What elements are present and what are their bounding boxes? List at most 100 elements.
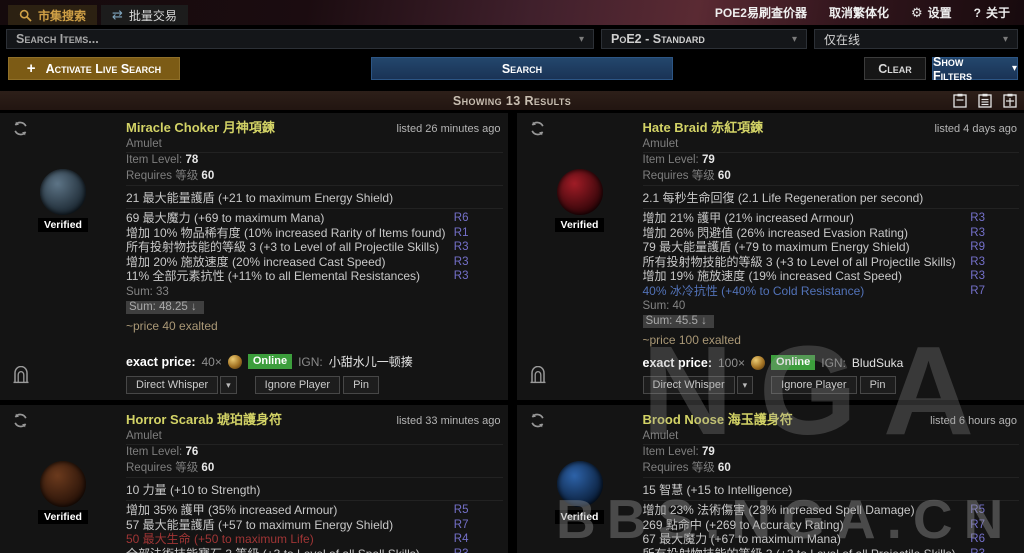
search-icon — [19, 9, 32, 22]
mod-row: 79 最大能量護盾 (+79 to maximum Energy Shield)… — [643, 240, 1020, 255]
chevron-down-icon: ▾ — [1002, 33, 1008, 45]
hideout-icon[interactable] — [529, 365, 547, 389]
plus-icon: + — [26, 60, 36, 77]
amulet-image — [40, 169, 86, 215]
copy-item-icon[interactable] — [953, 93, 967, 108]
mod-text: 所有投射物技能的等級 3 (+3 to Level of all Project… — [126, 240, 440, 254]
copy-list-icon[interactable] — [978, 93, 992, 108]
amulet-image — [40, 461, 86, 507]
app-title: POE2易刷查价器 — [714, 6, 807, 20]
item-base: Amulet — [126, 429, 503, 445]
tab-label: 市集搜索 — [38, 8, 87, 23]
amulet-image — [556, 461, 603, 507]
mod-text: 增加 21% 護甲 (21% increased Armour) — [642, 211, 854, 225]
topbar-right: POE2易刷查价器 取消繁体化 ⚙ 设置 ? 关于 — [715, 4, 1024, 25]
card-content: Hate Braid 赤紅項鍊 listed 4 days ago Amulet… — [642, 117, 1020, 394]
mod-row: 50 最大生命 (+50 to maximum Life) R4 — [126, 532, 503, 547]
direct-whisper-button[interactable]: Direct Whisper — [642, 376, 735, 394]
mod-tier: R3 — [453, 255, 469, 268]
results-toolbar — [953, 93, 1017, 108]
direct-whisper-button[interactable]: Direct Whisper — [126, 376, 219, 394]
amulet-image — [556, 169, 603, 215]
online-badge: Online — [247, 354, 293, 369]
refresh-icon[interactable] — [529, 120, 546, 142]
about-label: 关于 — [985, 6, 1010, 20]
show-filters-label: Show Filters — [933, 54, 972, 83]
tab-label: 批量交易 — [128, 8, 177, 23]
item-name: Hate Braid 赤紅項鍊 — [642, 120, 764, 135]
item-art: Verified — [547, 461, 613, 525]
results-grid: Verified Miracle Choker 月神項鍊 listed 26 m… — [0, 110, 1024, 553]
item-level-value: 78 — [185, 154, 199, 166]
search-input[interactable]: Search Items... ▾ — [6, 29, 594, 49]
weighted-sum-text: Sum: 45.5 — [645, 315, 702, 327]
tab-bulk-trade[interactable]: ⇄ 批量交易 — [101, 5, 188, 25]
card-header: Hate Braid 赤紅項鍊 listed 4 days ago — [643, 117, 1020, 137]
item-base: Amulet — [642, 429, 1019, 445]
weighted-sum: Sum: 48.25 ↓ — [126, 299, 503, 314]
mod-row: 69 最大魔力 (+69 to maximum Mana) R6 — [126, 211, 503, 226]
sum-value: Sum: 33 — [126, 285, 169, 298]
mod-row: 40% 冰冷抗性 (+40% to Cold Resistance) R7 — [643, 284, 1020, 299]
ignore-player-button[interactable]: Ignore Player — [254, 376, 341, 394]
mod-text: 57 最大能量護盾 (+57 to maximum Energy Shield) — [126, 517, 394, 532]
refresh-icon[interactable] — [12, 412, 29, 434]
ign-value: BludSuka — [851, 355, 904, 370]
item-base: Amulet — [642, 137, 1019, 153]
action-row: + Activate Live Search Search Clear Show… — [0, 52, 1024, 87]
mod-tier: R3 — [970, 547, 985, 553]
implicit-mod: 2.1 每秒生命回復 (2.1 Life Regeneration per se… — [642, 186, 1019, 209]
mod-row: 67 最大魔力 (+67 to maximum Mana) R6 — [643, 532, 1020, 547]
search-button[interactable]: Search — [371, 57, 673, 80]
mod-text: 40% 冰冷抗性 (+40% to Cold Resistance) — [642, 283, 865, 298]
ignore-player-button[interactable]: Ignore Player — [771, 376, 857, 394]
tab-market-search[interactable]: 市集搜索 — [8, 5, 98, 25]
clear-button[interactable]: Clear — [864, 57, 926, 80]
weighted-sum-text: Sum: 48.25 — [129, 300, 192, 313]
refresh-icon[interactable] — [529, 412, 546, 434]
approx-price: ~price 100 exalted — [642, 333, 741, 347]
mod-row: 269 點命中 (+269 to Accuracy Rating) R7 — [643, 518, 1020, 533]
mod-tier: R3 — [970, 212, 985, 224]
main-tabs: 市集搜索 ⇄ 批量交易 — [0, 5, 188, 25]
online-filter-value: 仅在线 — [824, 32, 861, 47]
hideout-icon[interactable] — [12, 365, 30, 389]
about-link[interactable]: ? 关于 — [974, 4, 1010, 21]
mod-text: 增加 23% 法術傷害 (23% increased Spell Damage) — [642, 503, 915, 517]
mod-tier: R3 — [453, 270, 469, 282]
approx-price: ~price 40 exalted — [126, 318, 218, 333]
whisper-dropdown-button[interactable]: ▾ — [220, 376, 237, 394]
requires-value: 60 — [717, 462, 731, 474]
verified-badge: Verified — [38, 510, 88, 524]
pin-button[interactable]: Pin — [343, 376, 379, 394]
card-header: Brood Noose 海玉護身符 listed 6 hours ago — [643, 409, 1020, 429]
price-line: exact price: 40× Online IGN: 小甜水儿一顿揍 Dir… — [126, 345, 503, 394]
mod-text: 全部法術技能寶石 3 等級 (+3 to Level of all Spell … — [126, 547, 420, 553]
whisper-dropdown-button[interactable]: ▾ — [736, 376, 754, 394]
show-filters-button[interactable]: Show Filters ▾ — [932, 54, 1018, 83]
copy-table-icon[interactable] — [1003, 93, 1017, 108]
mod-row: 所有投射物技能的等級 3 (+3 to Level of all Project… — [643, 547, 1020, 553]
mod-tier: R9 — [970, 241, 985, 253]
league-select[interactable]: PoE2 - Standard ▾ — [601, 29, 807, 49]
pin-button[interactable]: Pin — [859, 376, 896, 394]
online-filter-select[interactable]: 仅在线 ▾ — [814, 29, 1018, 49]
search-placeholder: Search Items... — [16, 32, 99, 46]
card-content: Horror Scarab 琥珀護身符 listed 33 minutes ag… — [126, 409, 503, 553]
mod-tier: R3 — [454, 547, 469, 553]
refresh-icon[interactable] — [12, 120, 29, 142]
item-name: Horror Scarab 琥珀護身符 — [126, 412, 283, 427]
mod-row: 增加 19% 施放速度 (19% increased Cast Speed) R… — [643, 269, 1020, 284]
mods: 增加 35% 護甲 (35% increased Armour) R5 57 最… — [126, 501, 503, 553]
untraditional-link[interactable]: 取消繁体化 — [829, 4, 889, 21]
league-value: PoE2 - Standard — [611, 32, 705, 46]
mods: 增加 21% 護甲 (21% increased Armour) R3 增加 2… — [643, 209, 1020, 298]
mod-text: 69 最大魔力 (+69 to maximum Mana) — [126, 211, 325, 225]
mod-tier: R5 — [970, 504, 985, 516]
settings-link[interactable]: ⚙ 设置 — [911, 4, 952, 21]
mods: 69 最大魔力 (+69 to maximum Mana) R6 增加 10% … — [126, 209, 503, 284]
item-art: Verified — [547, 169, 613, 233]
item-level-row: Item Level: 79 — [643, 153, 1020, 166]
activate-live-search-button[interactable]: + Activate Live Search — [8, 57, 180, 80]
item-level-value: 76 — [185, 446, 199, 458]
